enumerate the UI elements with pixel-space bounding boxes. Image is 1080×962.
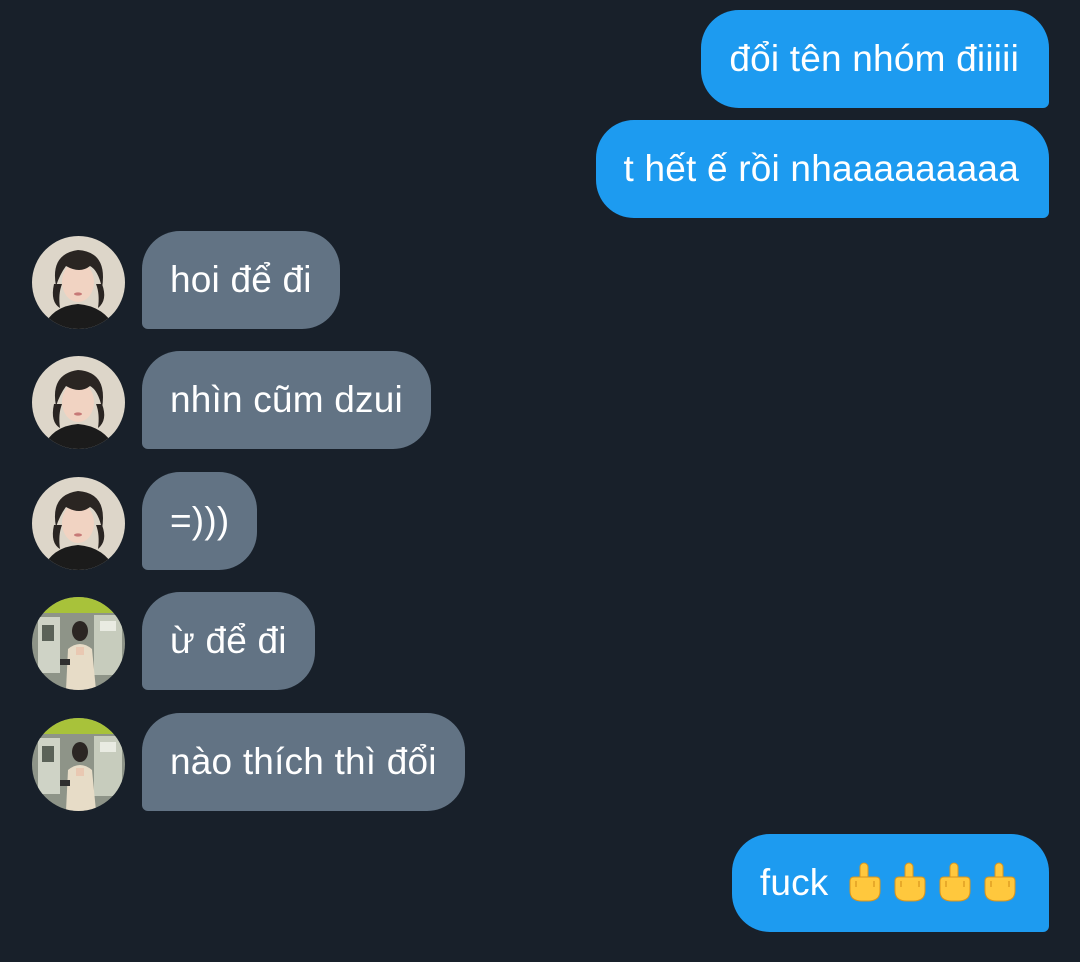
middle-finger-icon — [981, 861, 1019, 903]
avatar-person-b-image — [32, 718, 125, 811]
message-text: nhìn cũm dzui — [170, 379, 403, 420]
message-text: ừ để đi — [170, 620, 287, 661]
message-row-incoming: =))) — [0, 472, 1080, 571]
message-text: nào thích thì đổi — [170, 741, 437, 782]
message-text: fuck — [759, 862, 829, 903]
message-row-incoming: ừ để đi — [0, 592, 1080, 691]
avatar[interactable] — [32, 477, 125, 570]
message-row-incoming: nào thích thì đổi — [0, 713, 1080, 812]
message-text: =))) — [170, 500, 230, 541]
message-text: t hết ế rồi nhaaaaaaaaa — [623, 148, 1019, 189]
outgoing-message-bubble[interactable]: t hết ế rồi nhaaaaaaaaa — [595, 120, 1049, 218]
avatar[interactable] — [32, 236, 125, 329]
middle-finger-icon — [891, 861, 929, 903]
middle-finger-icon — [936, 861, 974, 903]
avatar-person-a-image — [32, 356, 125, 449]
avatar-person-a-image — [32, 477, 125, 570]
message-text: hoi để đi — [170, 259, 312, 300]
incoming-message-bubble[interactable]: nào thích thì đổi — [142, 713, 465, 811]
message-row-outgoing: đổi tên nhóm điiiii — [0, 10, 1080, 109]
message-text: đổi tên nhóm điiiii — [729, 38, 1019, 79]
message-row-incoming: hoi để đi — [0, 231, 1080, 330]
incoming-message-bubble[interactable]: =))) — [142, 472, 258, 570]
incoming-message-bubble[interactable]: nhìn cũm dzui — [142, 351, 431, 449]
avatar-person-b-image — [32, 597, 125, 690]
incoming-message-bubble[interactable]: ừ để đi — [142, 592, 315, 690]
middle-finger-icon — [846, 861, 884, 903]
message-row-incoming: nhìn cũm dzui — [0, 351, 1080, 450]
incoming-message-bubble[interactable]: hoi để đi — [142, 231, 340, 329]
message-row-outgoing: t hết ế rồi nhaaaaaaaaa — [0, 120, 1080, 219]
message-row-outgoing: fuck — [0, 834, 1080, 933]
avatar[interactable] — [32, 718, 125, 811]
outgoing-message-bubble[interactable]: fuck — [731, 834, 1049, 932]
chat-thread: đổi tên nhóm điiiii t hết ế rồi nhaaaaaa… — [0, 0, 1080, 962]
avatar[interactable] — [32, 356, 125, 449]
avatar[interactable] — [32, 597, 125, 690]
avatar-person-a-image — [32, 236, 125, 329]
outgoing-message-bubble[interactable]: đổi tên nhóm điiiii — [701, 10, 1049, 108]
